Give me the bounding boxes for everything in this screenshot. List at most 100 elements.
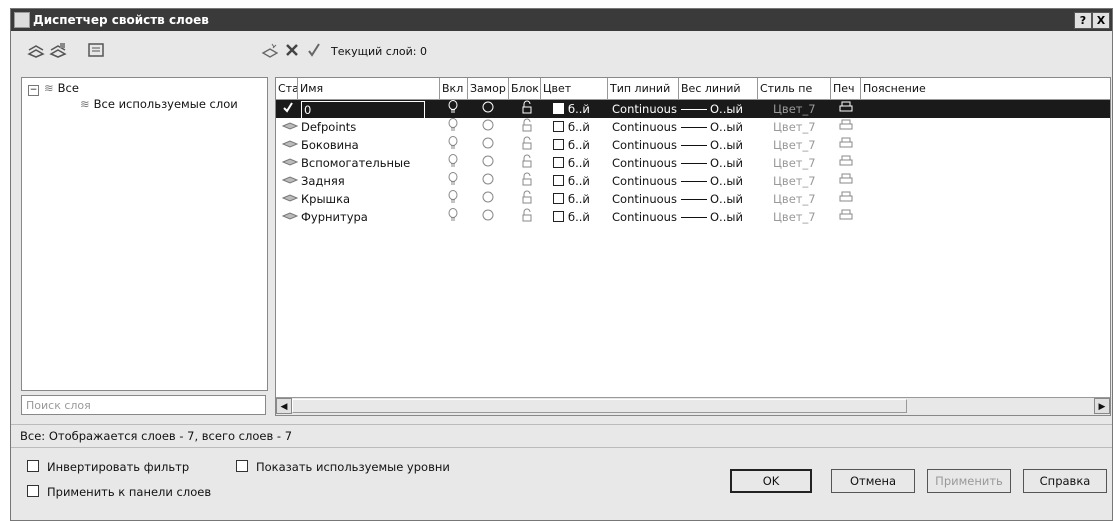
layer-row[interactable]: Defpoints б..й Continuous О..ый Цвет_7 (276, 118, 1110, 136)
layer-name[interactable]: 0 (301, 101, 425, 119)
layer-row[interactable]: Задняя б..й Continuous О..ый Цвет_7 (276, 172, 1110, 190)
search-layer-input[interactable]: Поиск слоя (21, 395, 266, 415)
col-on[interactable]: Вкл (440, 78, 468, 99)
layer-linetype[interactable]: Continuous (612, 136, 677, 154)
col-status[interactable]: Ста (276, 78, 298, 99)
cancel-button[interactable]: Отмена (831, 469, 915, 493)
col-description[interactable]: Пояснение (861, 78, 1110, 99)
freeze-sun-icon[interactable] (481, 154, 495, 172)
lightbulb-icon[interactable] (448, 136, 458, 154)
lock-icon[interactable] (520, 190, 534, 208)
layer-row[interactable]: Фурнитура б..й Continuous О..ый Цвет_7 (276, 208, 1110, 226)
layer-linetype[interactable]: Continuous (612, 190, 677, 208)
printer-icon[interactable] (839, 172, 853, 190)
layer-name[interactable]: Задняя (301, 172, 345, 190)
layer-name[interactable]: Вспомогательные (301, 154, 410, 172)
printer-icon[interactable] (839, 136, 853, 154)
col-lock[interactable]: Блок (509, 78, 541, 99)
layer-row[interactable]: Боковина б..й Continuous О..ый Цвет_7 (276, 136, 1110, 154)
col-plot-style[interactable]: Стиль пе (758, 78, 831, 99)
horizontal-scrollbar[interactable]: ◀ ▶ (276, 397, 1110, 415)
close-button[interactable]: X (1092, 12, 1110, 29)
layer-lineweight[interactable]: О..ый (678, 208, 743, 226)
invert-filter-option[interactable]: Инвертировать фильтр (27, 460, 189, 474)
ok-button[interactable]: OK (730, 469, 812, 493)
scroll-right-icon[interactable]: ▶ (1094, 398, 1110, 414)
freeze-sun-icon[interactable] (481, 100, 495, 118)
layer-color[interactable]: б..й (553, 100, 590, 118)
help-title-button[interactable]: ? (1074, 12, 1092, 29)
collapse-icon[interactable]: − (28, 85, 39, 96)
printer-icon[interactable] (839, 118, 853, 136)
apply-to-panel-checkbox[interactable] (27, 485, 39, 497)
layer-lineweight[interactable]: О..ый (678, 118, 743, 136)
layer-name[interactable]: Defpoints (301, 118, 356, 136)
printer-icon[interactable] (839, 154, 853, 172)
lock-icon[interactable] (520, 208, 534, 226)
lock-icon[interactable] (520, 136, 534, 154)
lightbulb-icon[interactable] (448, 208, 458, 226)
layer-color[interactable]: б..й (553, 208, 590, 226)
printer-icon[interactable] (839, 190, 853, 208)
lock-icon[interactable] (520, 100, 534, 118)
lightbulb-icon[interactable] (448, 190, 458, 208)
layer-row[interactable]: 0 б..й Continuous О..ый Цвет_7 (276, 100, 1110, 119)
delete-layer-icon[interactable] (281, 39, 303, 61)
layer-color[interactable]: б..й (553, 118, 590, 136)
layer-linetype[interactable]: Continuous (612, 100, 677, 118)
lock-icon[interactable] (520, 172, 534, 190)
lock-icon[interactable] (520, 118, 534, 136)
freeze-sun-icon[interactable] (481, 118, 495, 136)
set-current-icon[interactable] (303, 39, 325, 61)
layer-linetype[interactable]: Continuous (612, 154, 677, 172)
help-button[interactable]: Справка (1023, 469, 1107, 493)
lightbulb-icon[interactable] (448, 118, 458, 136)
layer-color[interactable]: б..й (553, 154, 590, 172)
filter-tree[interactable]: − ≋ Все ≋ Все используемые слои (21, 77, 268, 391)
freeze-sun-icon[interactable] (481, 208, 495, 226)
layer-color[interactable]: б..й (553, 136, 590, 154)
col-name[interactable]: Имя (298, 78, 440, 99)
layer-name[interactable]: Фурнитура (301, 208, 368, 226)
freeze-sun-icon[interactable] (481, 190, 495, 208)
show-used-checkbox[interactable] (236, 460, 248, 472)
show-used-option[interactable]: Показать используемые уровни (236, 460, 450, 474)
apply-button[interactable]: Применить (927, 469, 1011, 493)
lightbulb-icon[interactable] (448, 100, 458, 118)
layer-lineweight[interactable]: О..ый (678, 172, 743, 190)
layer-grid[interactable]: Ста Имя Вкл Замор Блок Цвет Тип линий Ве… (275, 77, 1111, 416)
printer-icon[interactable] (839, 208, 853, 226)
col-linetype[interactable]: Тип линий (608, 78, 679, 99)
layer-row[interactable]: Крышка б..й Continuous О..ый Цвет_7 (276, 190, 1110, 208)
new-layer-icon[interactable] (259, 39, 281, 61)
scroll-left-icon[interactable]: ◀ (276, 398, 292, 414)
layer-states-manager-icon[interactable] (85, 39, 107, 61)
freeze-sun-icon[interactable] (481, 136, 495, 154)
col-freeze[interactable]: Замор (468, 78, 509, 99)
col-lineweight[interactable]: Вес линий (679, 78, 758, 99)
col-color[interactable]: Цвет (541, 78, 608, 99)
scroll-thumb[interactable] (292, 399, 907, 413)
layer-row[interactable]: Вспомогательные б..й Continuous О..ый Цвет_7 (276, 154, 1110, 172)
apply-to-panel-option[interactable]: Применить к панели слоев (27, 485, 211, 499)
layer-linetype[interactable]: Continuous (612, 172, 677, 190)
new-property-filter-icon[interactable] (25, 39, 47, 61)
lock-icon[interactable] (520, 154, 534, 172)
layer-name[interactable]: Боковина (301, 136, 359, 154)
invert-filter-checkbox[interactable] (27, 460, 39, 472)
layer-lineweight[interactable]: О..ый (678, 136, 743, 154)
printer-icon[interactable] (839, 100, 853, 118)
layer-linetype[interactable]: Continuous (612, 118, 677, 136)
tree-item-used-layers[interactable]: ≋ Все используемые слои (80, 97, 238, 111)
layer-lineweight[interactable]: О..ый (678, 100, 743, 118)
freeze-sun-icon[interactable] (481, 172, 495, 190)
layer-color[interactable]: б..й (553, 190, 590, 208)
layer-lineweight[interactable]: О..ый (678, 154, 743, 172)
layer-color[interactable]: б..й (553, 172, 590, 190)
col-plot[interactable]: Печ (831, 78, 861, 99)
layer-lineweight[interactable]: О..ый (678, 190, 743, 208)
lightbulb-icon[interactable] (448, 154, 458, 172)
layer-name[interactable]: Крышка (301, 190, 350, 208)
layer-linetype[interactable]: Continuous (612, 208, 677, 226)
tree-item-all[interactable]: − ≋ Все (28, 81, 79, 96)
